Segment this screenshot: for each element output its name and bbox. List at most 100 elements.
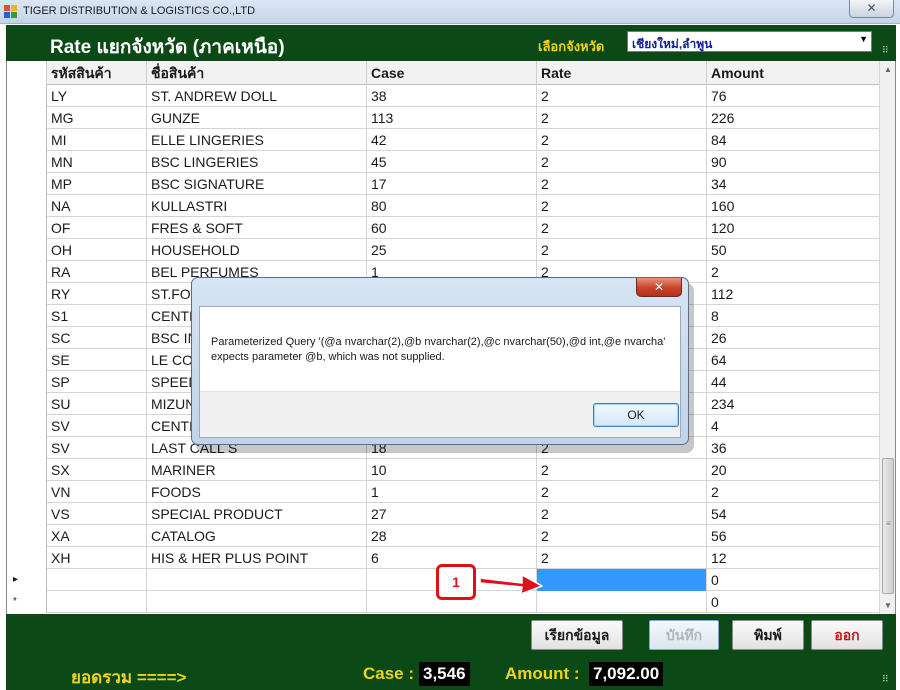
row-header-marker[interactable]	[7, 393, 47, 415]
cell-rate[interactable]: 2	[537, 239, 707, 261]
cell-code[interactable]: SE	[47, 349, 147, 371]
cell-name[interactable]: ELLE LINGERIES	[147, 129, 367, 151]
cell-amount[interactable]: 112	[707, 283, 880, 305]
cell-rate[interactable]: 2	[537, 503, 707, 525]
cell-rate[interactable]: 2	[537, 481, 707, 503]
save-button[interactable]: บันทึก	[649, 620, 719, 650]
table-row[interactable]: NA KULLASTRI 80 2 160	[7, 195, 880, 217]
row-header-marker[interactable]: ▸	[7, 569, 47, 591]
table-row[interactable]: VN FOODS 1 2 2	[7, 481, 880, 503]
cell-name[interactable]: BSC LINGERIES	[147, 151, 367, 173]
cell-case[interactable]: 42	[367, 129, 537, 151]
cell-amount[interactable]: 26	[707, 327, 880, 349]
row-header-marker[interactable]	[7, 195, 47, 217]
row-header-marker[interactable]	[7, 107, 47, 129]
cell-code[interactable]	[47, 591, 147, 613]
cell-case[interactable]: 113	[367, 107, 537, 129]
cell-name[interactable]: BSC SIGNATURE	[147, 173, 367, 195]
cell-rate[interactable]: 2	[537, 85, 707, 107]
row-header-marker[interactable]	[7, 129, 47, 151]
cell-amount[interactable]: 44	[707, 371, 880, 393]
cell-amount[interactable]: 76	[707, 85, 880, 107]
dialog-close-button[interactable]: ✕	[636, 278, 682, 297]
vertical-scrollbar[interactable]: ▲ ≡ ▼	[879, 61, 895, 614]
row-header-marker[interactable]	[7, 327, 47, 349]
cell-code[interactable]: MI	[47, 129, 147, 151]
cell-amount[interactable]: 120	[707, 217, 880, 239]
cell-amount[interactable]: 160	[707, 195, 880, 217]
scroll-up-icon[interactable]: ▲	[880, 61, 895, 78]
table-row[interactable]: OF FRES & SOFT 60 2 120	[7, 217, 880, 239]
cell-code[interactable]: SP	[47, 371, 147, 393]
ok-button[interactable]: OK	[593, 403, 679, 427]
cell-code[interactable]: SU	[47, 393, 147, 415]
cell-rate[interactable]: 2	[537, 459, 707, 481]
cell-code[interactable]: MG	[47, 107, 147, 129]
province-dropdown[interactable]: เชียงใหม่,ลำพูน ▼	[627, 31, 872, 52]
cell-code[interactable]: SV	[47, 415, 147, 437]
cell-amount[interactable]: 4	[707, 415, 880, 437]
scrollbar-thumb[interactable]: ≡	[882, 458, 894, 594]
column-header-code[interactable]: รหัสสินค้า	[47, 61, 147, 85]
row-header-marker[interactable]	[7, 481, 47, 503]
row-header-marker[interactable]: *	[7, 591, 47, 613]
table-row[interactable]: XA CATALOG 28 2 56	[7, 525, 880, 547]
cell-code[interactable]: XH	[47, 547, 147, 569]
row-header-marker[interactable]	[7, 349, 47, 371]
row-header-marker[interactable]	[7, 85, 47, 107]
cell-code[interactable]	[47, 569, 147, 591]
cell-name[interactable]: SPECIAL PRODUCT	[147, 503, 367, 525]
row-header-marker[interactable]	[7, 151, 47, 173]
cell-code[interactable]: VN	[47, 481, 147, 503]
cell-rate[interactable]: 2	[537, 217, 707, 239]
cell-case[interactable]: 80	[367, 195, 537, 217]
cell-name[interactable]: KULLASTRI	[147, 195, 367, 217]
cell-rate[interactable]	[537, 569, 707, 591]
cell-code[interactable]: RY	[47, 283, 147, 305]
cell-case[interactable]: 60	[367, 217, 537, 239]
cell-case[interactable]: 1	[367, 481, 537, 503]
row-header-marker[interactable]	[7, 173, 47, 195]
cell-case[interactable]: 45	[367, 151, 537, 173]
cell-amount[interactable]: 90	[707, 151, 880, 173]
cell-amount[interactable]: 36	[707, 437, 880, 459]
table-row[interactable]: OH HOUSEHOLD 25 2 50	[7, 239, 880, 261]
cell-code[interactable]: LY	[47, 85, 147, 107]
row-header-marker[interactable]	[7, 305, 47, 327]
cell-rate[interactable]: 2	[537, 173, 707, 195]
cell-case[interactable]: 17	[367, 173, 537, 195]
table-row[interactable]: MN BSC LINGERIES 45 2 90	[7, 151, 880, 173]
cell-rate[interactable]: 2	[537, 525, 707, 547]
column-header-amount[interactable]: Amount	[707, 61, 880, 85]
row-header-marker[interactable]	[7, 371, 47, 393]
cell-code[interactable]: OH	[47, 239, 147, 261]
cell-amount[interactable]: 64	[707, 349, 880, 371]
chevron-down-icon[interactable]: ▼	[859, 34, 868, 44]
exit-button[interactable]: ออก	[811, 620, 883, 650]
cell-name[interactable]: HIS & HER PLUS POINT	[147, 547, 367, 569]
cell-case[interactable]: 28	[367, 525, 537, 547]
cell-code[interactable]: SV	[47, 437, 147, 459]
table-row[interactable]: MG GUNZE 113 2 226	[7, 107, 880, 129]
cell-rate[interactable]: 2	[537, 547, 707, 569]
column-header-name[interactable]: ชื่อสินค้า	[147, 61, 367, 85]
row-header-marker[interactable]	[7, 437, 47, 459]
cell-code[interactable]: MP	[47, 173, 147, 195]
fetch-data-button[interactable]: เรียกข้อมูล	[531, 620, 623, 650]
cell-amount[interactable]: 0	[707, 591, 880, 613]
cell-code[interactable]: VS	[47, 503, 147, 525]
cell-rate[interactable]: 2	[537, 129, 707, 151]
cell-code[interactable]: OF	[47, 217, 147, 239]
scroll-down-icon[interactable]: ▼	[880, 597, 895, 614]
row-header-marker[interactable]	[7, 503, 47, 525]
cell-code[interactable]: XA	[47, 525, 147, 547]
window-close-button[interactable]: ✕	[849, 0, 894, 18]
cell-name[interactable]	[147, 569, 367, 591]
cell-amount[interactable]: 0	[707, 569, 880, 591]
cell-rate[interactable]: 2	[537, 151, 707, 173]
cell-amount[interactable]: 20	[707, 459, 880, 481]
cell-amount[interactable]: 2	[707, 261, 880, 283]
row-header-marker[interactable]	[7, 217, 47, 239]
cell-code[interactable]: SX	[47, 459, 147, 481]
table-row[interactable]: SX MARINER 10 2 20	[7, 459, 880, 481]
